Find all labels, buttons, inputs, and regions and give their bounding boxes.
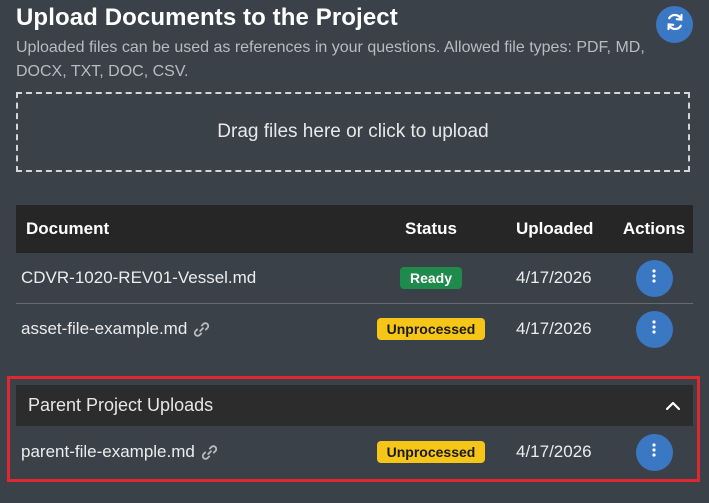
table-row: parent-file-example.md Unprocessed 4/17/… [16, 427, 693, 477]
kebab-menu-icon [652, 319, 656, 339]
uploaded-date: 4/17/2026 [516, 442, 592, 461]
column-header-uploaded: Uploaded [516, 219, 594, 238]
document-name: CDVR-1020-REV01-Vessel.md [21, 268, 257, 287]
document-name: asset-file-example.md [21, 319, 188, 338]
parent-uploads-header[interactable]: Parent Project Uploads [16, 385, 693, 426]
table-row: asset-file-example.md Unprocessed 4/17/2… [16, 304, 693, 354]
kebab-menu-icon [652, 268, 656, 288]
actions-button[interactable] [635, 259, 673, 297]
link-icon[interactable] [201, 444, 218, 461]
page-header: Upload Documents to the Project Uploaded… [16, 0, 646, 84]
kebab-menu-icon [652, 442, 656, 462]
refresh-icon [665, 12, 685, 37]
dropzone-label: Drag files here or click to upload [217, 121, 489, 142]
parent-uploads-table: parent-file-example.md Unprocessed 4/17/… [16, 427, 693, 477]
column-header-document: Document [26, 219, 110, 238]
table-row: CDVR-1020-REV01-Vessel.md Ready 4/17/202… [16, 253, 693, 304]
uploaded-date: 4/17/2026 [516, 319, 592, 338]
link-icon[interactable] [193, 321, 210, 338]
documents-table: Document Status Uploaded Actions CDVR-10… [16, 205, 693, 354]
parent-uploads-label: Parent Project Uploads [28, 395, 214, 415]
file-dropzone[interactable]: Drag files here or click to upload [16, 92, 690, 172]
page-title: Upload Documents to the Project [16, 4, 398, 31]
column-header-status: Status [405, 219, 457, 238]
actions-button[interactable] [635, 310, 673, 348]
actions-button[interactable] [635, 433, 673, 471]
refresh-button[interactable] [656, 6, 693, 43]
table-header: Document Status Uploaded Actions [16, 205, 693, 253]
status-badge: Unprocessed [376, 441, 486, 463]
status-badge: Unprocessed [376, 318, 486, 340]
status-badge: Ready [399, 267, 463, 289]
chevron-up-icon[interactable] [653, 401, 693, 411]
uploaded-date: 4/17/2026 [516, 268, 592, 287]
document-name: parent-file-example.md [21, 442, 195, 461]
page-subtitle: Uploaded files can be used as references… [16, 39, 645, 80]
column-header-actions: Actions [622, 219, 686, 238]
